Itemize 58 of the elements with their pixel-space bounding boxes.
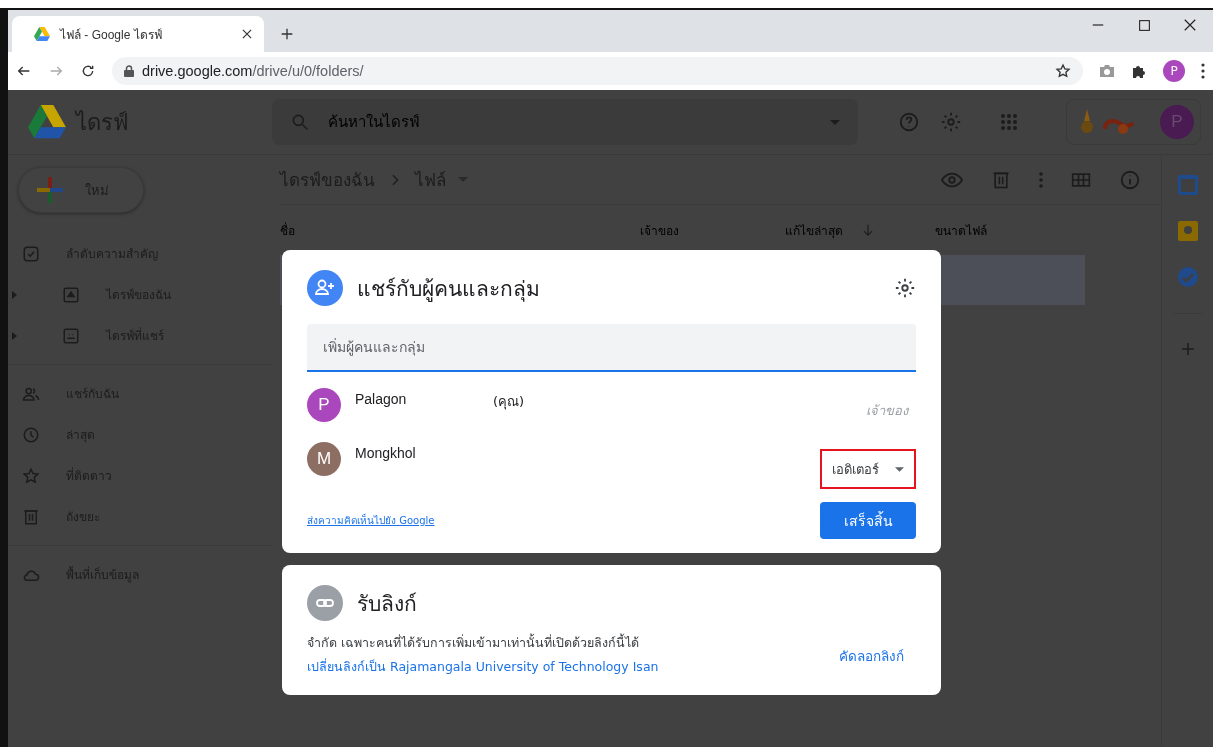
shared-drive-icon (62, 326, 80, 345)
puzzle-icon[interactable] (1131, 63, 1147, 79)
checkbox-icon (22, 244, 40, 263)
column-header[interactable]: เจ้าของ (640, 220, 679, 240)
plus-icon (279, 26, 295, 42)
column-header[interactable]: ชื่อ (280, 220, 295, 240)
reload-button[interactable] (80, 63, 96, 79)
column-header[interactable]: แก้ไขล่าสุด (785, 220, 875, 240)
camera-icon[interactable] (1099, 64, 1115, 78)
address-bar[interactable]: drive.google.com/drive/u/0/folders/ (112, 57, 1083, 85)
role-label: เจ้าของ (865, 402, 910, 420)
access-description: จำกัด เฉพาะคนที่ได้รับการเพิ่มเข้ามาเท่านั้นที่เปิดด้วยลิงก์นี้ได้ (307, 633, 640, 652)
star-icon (22, 466, 40, 485)
checkmark-circle-icon[interactable] (1177, 267, 1198, 287)
avatar: M (307, 442, 341, 476)
search-field[interactable]: ค้นหาในไดรฟ์ (272, 99, 858, 145)
search-icon (290, 112, 310, 132)
info-icon (1119, 168, 1141, 191)
drive-logo-icon (28, 105, 66, 139)
add-people-field[interactable]: เพิ่มผู้คนและกลุ่ม (307, 324, 916, 372)
reload-icon (80, 63, 96, 79)
dialog-title: แชร์กับผู้คนและกลุ่ม (357, 275, 541, 304)
menu-icon[interactable] (1201, 63, 1205, 79)
drive-icon (62, 285, 80, 304)
person-name: Palagon (355, 390, 408, 407)
change-link[interactable]: เปลี่ยนลิงก์เป็น Rajamangala University of Technology Isan (307, 657, 659, 677)
clock-icon (22, 425, 40, 444)
dialog-title: รับลิงก์ (357, 590, 418, 618)
close-icon (1183, 18, 1197, 32)
avatar: P (307, 388, 341, 422)
star-icon (1055, 63, 1071, 79)
help-drawing-icon (898, 111, 920, 133)
copy-link[interactable]: คัดลอกลิงก์ (839, 645, 904, 667)
plus-icon (37, 177, 63, 203)
close-tab-icon[interactable] (240, 27, 254, 41)
dropdown-caret-icon (830, 119, 840, 125)
apps-grid-icon[interactable] (1000, 113, 1018, 131)
lock-icon (124, 65, 134, 77)
url-text: drive.google.com/drive/u/0/folders/ (142, 63, 364, 79)
done-button[interactable]: เสร็จสิ้น (820, 502, 916, 539)
dropdown-caret-icon (895, 466, 904, 472)
maximize-icon (1137, 18, 1151, 32)
trash-icon (22, 507, 40, 526)
close-icon (240, 27, 254, 41)
role-dropdown[interactable]: เอดิเตอร์ (820, 449, 916, 489)
link-icon (307, 585, 343, 621)
tab-title: ไฟล์ - Google ไดรฟ์ (60, 26, 163, 44)
profile-avatar[interactable]: P (1163, 60, 1185, 82)
column-header[interactable]: ขนาดไฟล์ (935, 220, 987, 240)
person-note: (คุณ) (493, 393, 525, 412)
more-vertical-icon (1039, 171, 1043, 188)
drive-logo-icon (34, 27, 50, 41)
down-arrow-icon (861, 223, 875, 237)
browser-tab[interactable]: ไฟล์ - Google ไดรฟ์ (12, 16, 264, 52)
add-person-icon (307, 270, 343, 306)
person-name: Mongkhol (355, 444, 417, 461)
help-icon[interactable] (898, 111, 920, 133)
feedback-link[interactable]: ส่งความคิดเห็นไปยัง Google (307, 513, 435, 528)
